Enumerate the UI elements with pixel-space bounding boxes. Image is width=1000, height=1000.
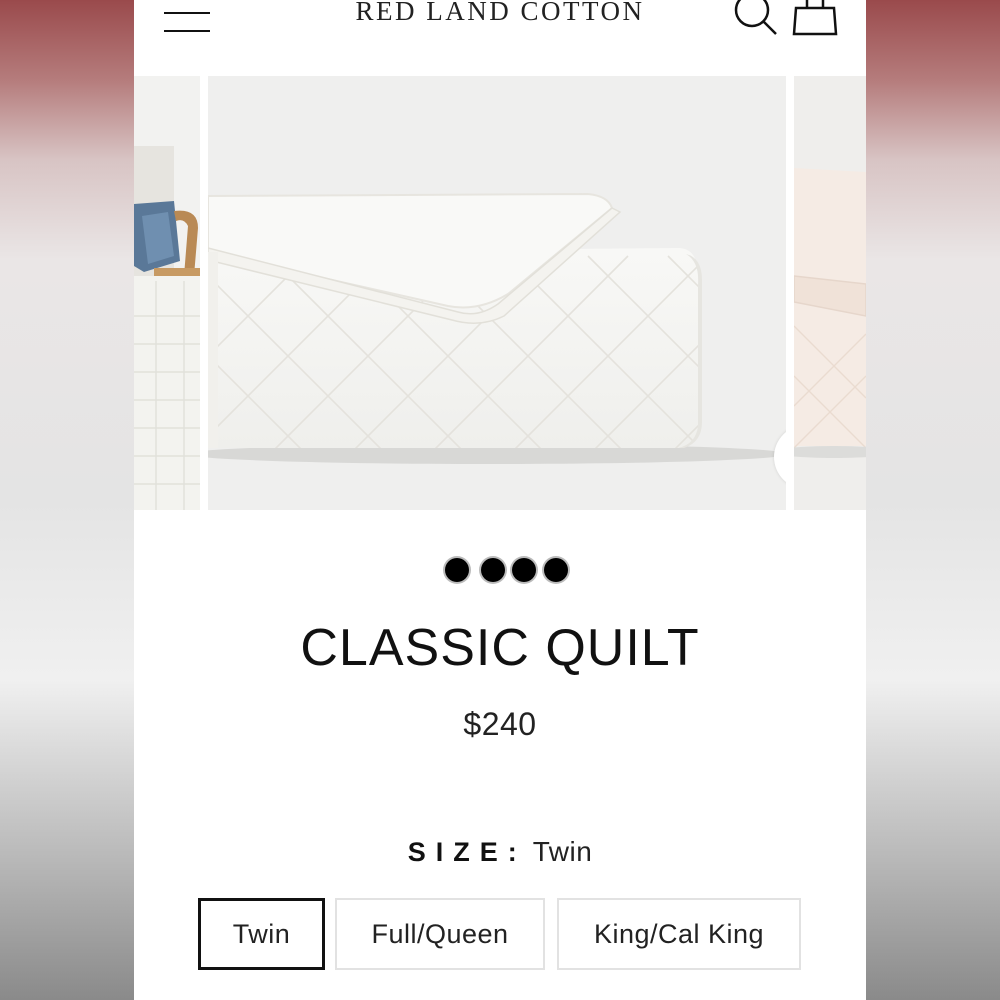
size-selector-label: SIZE: Twin [134,836,866,868]
shopping-bag-icon[interactable] [792,0,838,38]
next-slide-image[interactable] [794,76,866,510]
size-option-king-cal-king[interactable]: King/Cal King [557,898,801,970]
selected-size-value: Twin [532,836,593,867]
previous-slide-image[interactable] [134,76,200,510]
background-left [0,0,134,1000]
zoom-icon [774,425,786,489]
main-product-image[interactable] [208,76,786,510]
product-page: RED LAND COTTON CLASSIC QUILT $240 SIZE:… [134,0,866,1000]
size-option-twin[interactable]: Twin [198,898,325,970]
size-option-full-queen[interactable]: Full/Queen [335,898,545,970]
pagination-dot[interactable] [544,558,568,582]
search-icon[interactable] [732,0,780,38]
size-label: SIZE: [407,837,527,867]
image-gallery[interactable] [134,76,866,510]
pagination-dot[interactable] [445,558,469,582]
background-right [866,0,1000,1000]
pagination-dot[interactable] [481,558,505,582]
zoom-button[interactable] [774,425,786,489]
product-price: $240 [463,706,537,742]
header: RED LAND COTTON [134,0,866,76]
pagination-dot[interactable] [512,558,536,582]
product-title: CLASSIC QUILT [300,619,700,677]
